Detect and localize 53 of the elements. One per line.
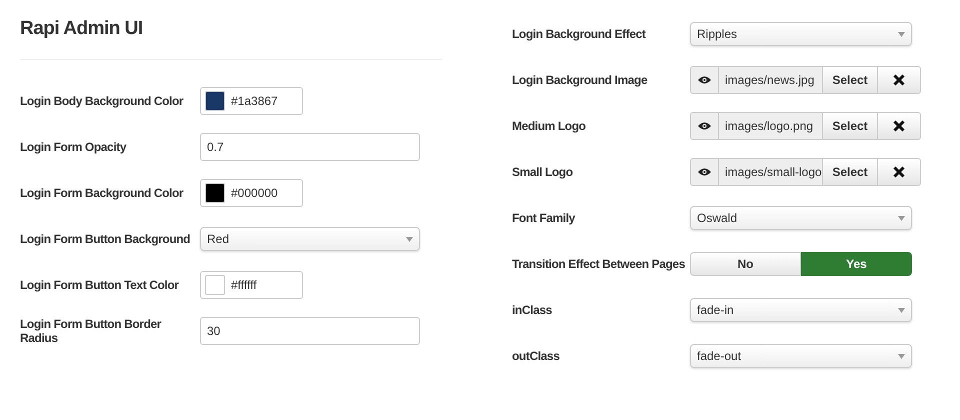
close-icon — [893, 120, 905, 132]
toggle-option[interactable]: No — [690, 252, 801, 276]
eye-icon — [698, 76, 711, 84]
color-swatch[interactable] — [205, 183, 225, 203]
preview-button[interactable] — [690, 112, 719, 140]
eye-icon — [698, 122, 711, 130]
field-label: Login Form Opacity — [20, 140, 128, 154]
field-label: inClass — [512, 303, 553, 317]
input-field[interactable]: 30 — [200, 317, 420, 345]
preview-button[interactable] — [690, 158, 719, 186]
field-label: outClass — [512, 349, 560, 363]
field-label: Login Form Button Background — [20, 232, 192, 246]
field-label: Login Background Effect — [512, 27, 647, 41]
toggle-option[interactable]: Yes — [801, 252, 912, 276]
clear-button[interactable] — [878, 112, 921, 140]
caret-icon — [898, 32, 905, 36]
caret-icon — [898, 216, 905, 220]
select-button[interactable]: Select — [822, 158, 878, 186]
caret-icon — [406, 236, 413, 242]
color-swatch[interactable] — [205, 91, 225, 111]
dropdown[interactable]: fade-in — [690, 298, 912, 322]
field-label: Transition Effect Between Pages — [512, 257, 686, 271]
field-label: Login Form Button Border Radius — [20, 317, 162, 345]
field-label: Medium Logo — [512, 119, 587, 133]
dropdown[interactable]: fade-out — [690, 344, 912, 368]
select-button[interactable]: Select — [822, 66, 878, 94]
field-label: Login Background Image — [512, 73, 648, 87]
color-field[interactable]: #000000 — [200, 179, 303, 207]
field-label: Small Logo — [512, 165, 574, 179]
preview-button[interactable] — [690, 66, 719, 94]
caret-icon — [898, 354, 905, 358]
caret-icon — [898, 308, 905, 312]
color-swatch[interactable] — [205, 275, 225, 295]
file-path-field: images/news.jpg — [719, 66, 822, 94]
dropdown[interactable]: Oswald — [690, 206, 912, 230]
field-label: Login Form Background Color — [20, 186, 184, 200]
page-title: Rapi Admin UI — [20, 18, 144, 41]
input-field[interactable]: 0.7 — [200, 133, 420, 161]
eye-icon — [698, 168, 711, 176]
field-label: Login Form Button Text Color — [20, 278, 180, 292]
select-button[interactable]: Select — [822, 112, 878, 140]
close-icon — [893, 166, 905, 178]
dropdown[interactable]: Red — [200, 227, 420, 251]
color-field[interactable]: #ffffff — [200, 271, 303, 299]
clear-button[interactable] — [878, 158, 921, 186]
file-path-field: images/small-logo — [719, 158, 822, 186]
color-field[interactable]: #1a3867 — [200, 87, 303, 115]
file-path-field: images/logo.png — [719, 112, 822, 140]
clear-button[interactable] — [878, 66, 921, 94]
field-label: Font Family — [512, 211, 576, 225]
close-icon — [893, 74, 905, 86]
dropdown[interactable]: Ripples — [690, 22, 912, 46]
field-label: Login Body Background Color — [20, 94, 184, 108]
